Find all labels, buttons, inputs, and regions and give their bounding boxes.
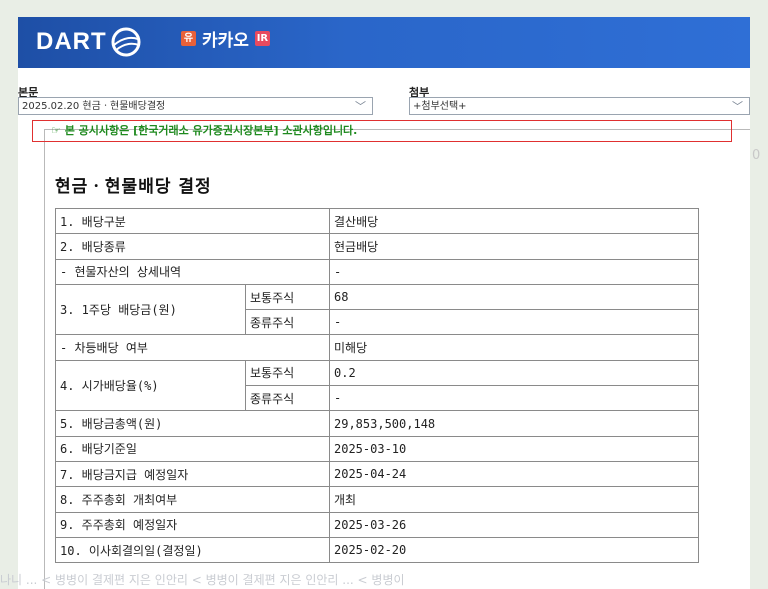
dividend-table: 1. 배당구분 결산배당 2. 배당종류 현금배당 - 현물자산의 상세내역 -…	[55, 207, 699, 564]
row-label: 5. 배당금총액(원)	[55, 410, 330, 437]
row-label: 9. 주주총회 예정일자	[55, 511, 330, 538]
row-sublabel: 종류주식	[245, 309, 330, 336]
row-value: 68	[329, 283, 699, 311]
row-value: 2025-03-26	[329, 511, 699, 538]
table-row: 6. 배당기준일 2025-03-10	[55, 435, 699, 462]
side-fragment: 0	[752, 148, 761, 163]
company-info: 유 카카오 IR	[181, 26, 270, 51]
row-sublabel: 보통주식	[245, 359, 330, 387]
market-badge: 유	[181, 30, 196, 46]
row-label: 7. 배당금지급 예정일자	[55, 460, 330, 488]
row-label: - 현물자산의 상세내역	[55, 258, 330, 285]
chevron-down-icon: ﹀	[355, 100, 366, 113]
row-label: 2. 배당종류	[55, 233, 330, 260]
globe-icon	[111, 27, 141, 57]
table-row: 9. 주주총회 예정일자 2025-03-26	[55, 511, 699, 538]
row-label: 10. 이사회결의일(결정일)	[55, 536, 330, 564]
table-row: - 현물자산의 상세내역 -	[55, 258, 699, 285]
table-row: 8. 주주총회 개최여부 개최	[55, 486, 699, 513]
table-row: 7. 배당금지급 예정일자 2025-04-24	[55, 460, 699, 488]
row-label: 8. 주주총회 개최여부	[55, 486, 330, 513]
ir-badge[interactable]: IR	[254, 30, 270, 46]
row-label: 6. 배당기준일	[55, 435, 330, 462]
table-row: 4. 시가배당율(%) 보통주식 0.2	[55, 359, 699, 412]
logo-text: DART	[36, 28, 107, 55]
attach-value: +첨부선택+	[413, 101, 467, 112]
dart-header: DART 유 카카오 IR	[18, 17, 750, 68]
chevron-down-icon: ﹀	[732, 100, 743, 113]
main-doc-select[interactable]: 2025.02.20 현금ㆍ현물배당결정 ﹀	[18, 97, 373, 115]
row-sublabel: 종류주식	[245, 385, 330, 412]
table-row: 3. 1주당 배당금(원) 보통주식 68	[55, 283, 699, 336]
row-value: 0.2	[329, 359, 699, 387]
row-value: 현금배당	[329, 233, 699, 260]
row-value: 개최	[329, 486, 699, 513]
row-value: 미해당	[329, 334, 699, 361]
row-value: 29,853,500,148	[329, 410, 699, 437]
table-row: - 차등배당 여부 미해당	[55, 334, 699, 361]
row-value: 2025-03-10	[329, 435, 699, 462]
company-name[interactable]: 카카오	[202, 26, 249, 51]
row-sublabel: 보통주식	[245, 283, 330, 311]
row-label: 4. 시가배당율(%)	[55, 359, 246, 412]
main-doc-value: 2025.02.20 현금ㆍ현물배당결정	[22, 101, 166, 112]
attach-select[interactable]: +첨부선택+ ﹀	[409, 97, 750, 115]
table-row: 1. 배당구분 결산배당	[55, 207, 699, 235]
row-value: -	[329, 385, 699, 412]
dart-logo[interactable]: DART	[36, 26, 141, 58]
table-row: 5. 배당금총액(원) 29,853,500,148	[55, 410, 699, 437]
row-value: 2025-04-24	[329, 460, 699, 488]
background-watermark: 나니 ... < 병병이 결제편 지은 인안리 < 병병이 결제편 지은 인안리…	[0, 573, 405, 587]
jurisdiction-notice: ☞ 본 공시사항은 [한국거래소 유가증권시장본부] 소관사항입니다.	[32, 120, 732, 142]
row-label: - 차등배당 여부	[55, 334, 330, 361]
page-title: 현금ㆍ현물배당 결정	[55, 177, 212, 197]
table-row: 10. 이사회결의일(결정일) 2025-02-20	[55, 536, 699, 564]
row-value: -	[329, 309, 699, 336]
row-label: 3. 1주당 배당금(원)	[55, 283, 246, 336]
row-value: 2025-02-20	[329, 536, 699, 564]
row-value: -	[329, 258, 699, 285]
table-row: 2. 배당종류 현금배당	[55, 233, 699, 260]
row-value: 결산배당	[329, 207, 699, 235]
row-label: 1. 배당구분	[55, 207, 330, 235]
